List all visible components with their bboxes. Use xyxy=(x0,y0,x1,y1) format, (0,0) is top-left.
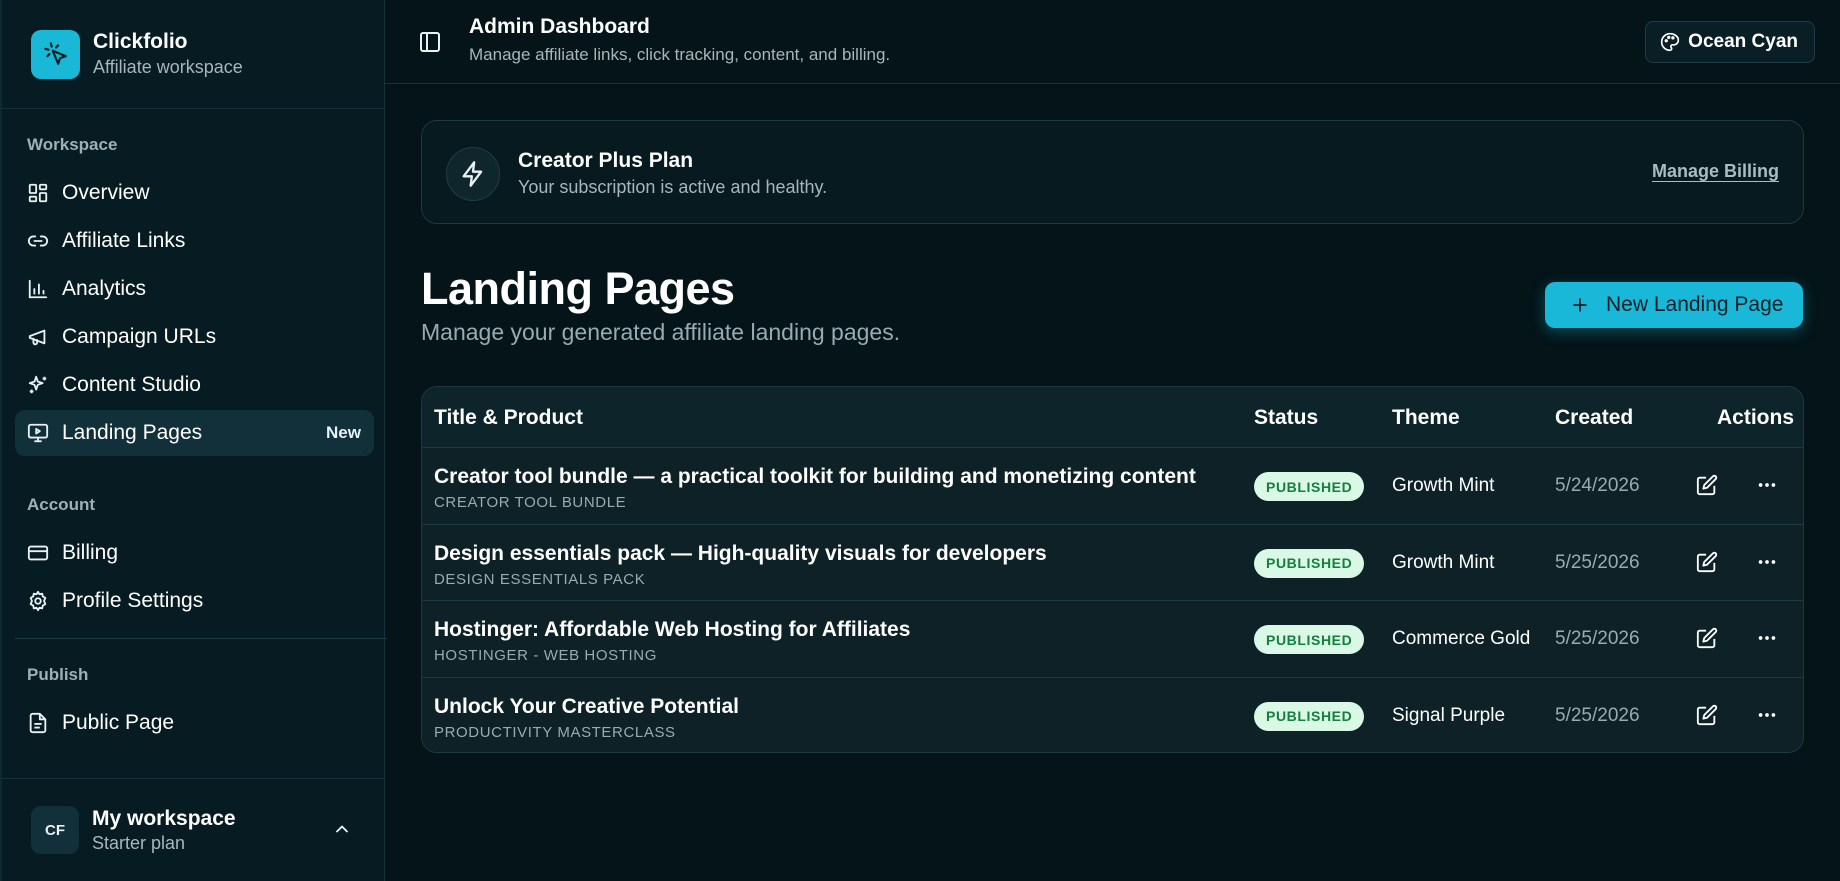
row-product: PRODUCTIVITY MASTERCLASS xyxy=(434,723,676,741)
table-row[interactable]: Creator tool bundle — a practical toolki… xyxy=(422,448,1803,525)
row-theme: Growth Mint xyxy=(1392,551,1495,573)
row-theme: Growth Mint xyxy=(1392,475,1495,496)
section-label-publish: Publish xyxy=(27,665,89,684)
sidebar-item-analytics[interactable]: Analytics xyxy=(15,266,374,312)
sidebar-item-label: Overview xyxy=(62,181,150,204)
table-row[interactable]: Unlock Your Creative Potential PRODUCTIV… xyxy=(422,677,1803,752)
plan-subtitle: Your subscription is active and healthy. xyxy=(518,177,828,197)
divider xyxy=(15,638,387,639)
palette-icon xyxy=(1660,32,1680,52)
section-label-account: Account xyxy=(27,495,95,514)
theme-button[interactable]: Ocean Cyan xyxy=(1645,21,1815,63)
landing-pages-table: Title & Product Status Theme Created Act… xyxy=(421,386,1804,753)
new-landing-page-button[interactable]: New Landing Page xyxy=(1545,282,1803,328)
page-header-title: Admin Dashboard xyxy=(469,15,650,38)
row-created: 5/25/2026 xyxy=(1555,628,1640,649)
section-label-workspace: Workspace xyxy=(27,135,118,154)
chevron-up-icon[interactable] xyxy=(332,819,352,844)
table-row[interactable]: Hostinger: Affordable Web Hosting for Af… xyxy=(422,601,1803,678)
sidebar-item-overview[interactable]: Overview xyxy=(15,170,374,216)
sidebar-item-label: Public Page xyxy=(62,711,175,734)
more-options-icon[interactable] xyxy=(1756,704,1778,731)
lightning-icon xyxy=(446,147,500,201)
monitor-play-icon xyxy=(27,422,49,444)
avatar: CF xyxy=(31,806,79,854)
workspace-plan: Starter plan xyxy=(92,832,186,853)
sidebar-item-content-studio[interactable]: Content Studio xyxy=(15,362,374,408)
bar-chart-icon xyxy=(27,278,49,300)
row-product: HOSTINGER - WEB HOSTING xyxy=(434,647,657,664)
manage-billing-link[interactable]: Manage Billing xyxy=(1652,161,1779,182)
row-title[interactable]: Hostinger: Affordable Web Hosting for Af… xyxy=(434,618,910,642)
sidebar-toggle-icon[interactable] xyxy=(418,30,442,59)
table-row[interactable]: Design essentials pack — High-quality vi… xyxy=(422,524,1803,601)
row-theme: Commerce Gold xyxy=(1392,628,1531,649)
sidebar-item-label: Landing Pages xyxy=(62,421,203,444)
top-header: Admin Dashboard Manage affiliate links, … xyxy=(385,0,1840,84)
column-header-created: Created xyxy=(1555,406,1634,429)
brand-name: Clickfolio xyxy=(93,30,188,53)
sidebar-item-label: Campaign URLs xyxy=(62,325,217,348)
sparkles-icon xyxy=(27,374,49,396)
sidebar-item-label: Affiliate Links xyxy=(62,229,186,252)
edit-icon[interactable] xyxy=(1696,474,1718,501)
sidebar-item-billing[interactable]: Billing xyxy=(15,530,374,576)
sidebar-item-affiliate-links[interactable]: Affiliate Links xyxy=(15,218,374,264)
row-created: 5/25/2026 xyxy=(1555,704,1640,726)
row-product: DESIGN ESSENTIALS PACK xyxy=(434,570,646,588)
sidebar-item-label: Content Studio xyxy=(62,373,201,396)
sidebar-item-label: Billing xyxy=(62,541,119,564)
plus-icon xyxy=(1570,295,1590,315)
page-title: Landing Pages xyxy=(421,263,735,314)
row-created: 5/24/2026 xyxy=(1555,475,1640,496)
edit-icon[interactable] xyxy=(1696,704,1718,731)
row-title[interactable]: Design essentials pack — High-quality vi… xyxy=(434,542,1047,566)
page-subtitle: Manage your generated affiliate landing … xyxy=(421,319,901,345)
page-header-subtitle: Manage affiliate links, click tracking, … xyxy=(469,45,891,64)
plan-card: Creator Plus Plan Your subscription is a… xyxy=(421,120,1804,224)
megaphone-icon xyxy=(27,326,49,348)
sidebar-item-label: Profile Settings xyxy=(62,589,204,612)
workspace-name: My workspace xyxy=(92,806,236,830)
row-theme: Signal Purple xyxy=(1392,704,1506,726)
table-header: Title & Product Status Theme Created Act… xyxy=(422,387,1803,448)
edit-icon[interactable] xyxy=(1696,627,1718,654)
status-badge: PUBLISHED xyxy=(1254,625,1365,654)
status-badge: PUBLISHED xyxy=(1254,548,1365,578)
credit-card-icon xyxy=(27,542,49,564)
more-options-icon[interactable] xyxy=(1756,474,1778,501)
sidebar-item-label: Analytics xyxy=(62,277,147,300)
sidebar-item-profile-settings[interactable]: Profile Settings xyxy=(15,578,374,624)
column-header-actions: Actions xyxy=(1717,406,1795,429)
brand[interactable]: Clickfolio Affiliate workspace xyxy=(2,0,384,109)
sidebar-item-campaign-urls[interactable]: Campaign URLs xyxy=(15,314,374,360)
gear-icon xyxy=(27,590,49,612)
sidebar-item-public-page[interactable]: Public Page xyxy=(15,700,374,746)
status-badge: PUBLISHED xyxy=(1254,701,1365,731)
grid-icon xyxy=(27,182,49,204)
row-product: CREATOR TOOL BUNDLE xyxy=(434,494,627,511)
more-options-icon[interactable] xyxy=(1756,627,1778,654)
sidebar-item-landing-pages[interactable]: Landing Pages New xyxy=(15,410,374,456)
theme-button-label: Ocean Cyan xyxy=(1688,31,1798,52)
workspace-switcher[interactable]: CF My workspace Starter plan xyxy=(2,778,385,881)
sidebar: Clickfolio Affiliate workspace Workspace… xyxy=(0,0,387,881)
status-badge: PUBLISHED xyxy=(1254,472,1365,501)
cursor-click-icon xyxy=(31,29,80,79)
brand-subtitle: Affiliate workspace xyxy=(93,57,243,77)
new-landing-page-label: New Landing Page xyxy=(1606,293,1784,316)
more-options-icon[interactable] xyxy=(1756,551,1778,578)
row-created: 5/25/2026 xyxy=(1555,551,1640,573)
row-title[interactable]: Unlock Your Creative Potential xyxy=(434,695,739,719)
document-icon xyxy=(27,712,49,734)
column-header-title: Title & Product xyxy=(434,406,583,429)
column-header-theme: Theme xyxy=(1392,406,1460,429)
edit-icon[interactable] xyxy=(1696,551,1718,578)
row-title[interactable]: Creator tool bundle — a practical toolki… xyxy=(434,465,1196,489)
new-badge: New xyxy=(326,423,361,442)
link-icon xyxy=(27,230,49,252)
column-header-status: Status xyxy=(1254,406,1319,429)
plan-title: Creator Plus Plan xyxy=(518,149,694,172)
